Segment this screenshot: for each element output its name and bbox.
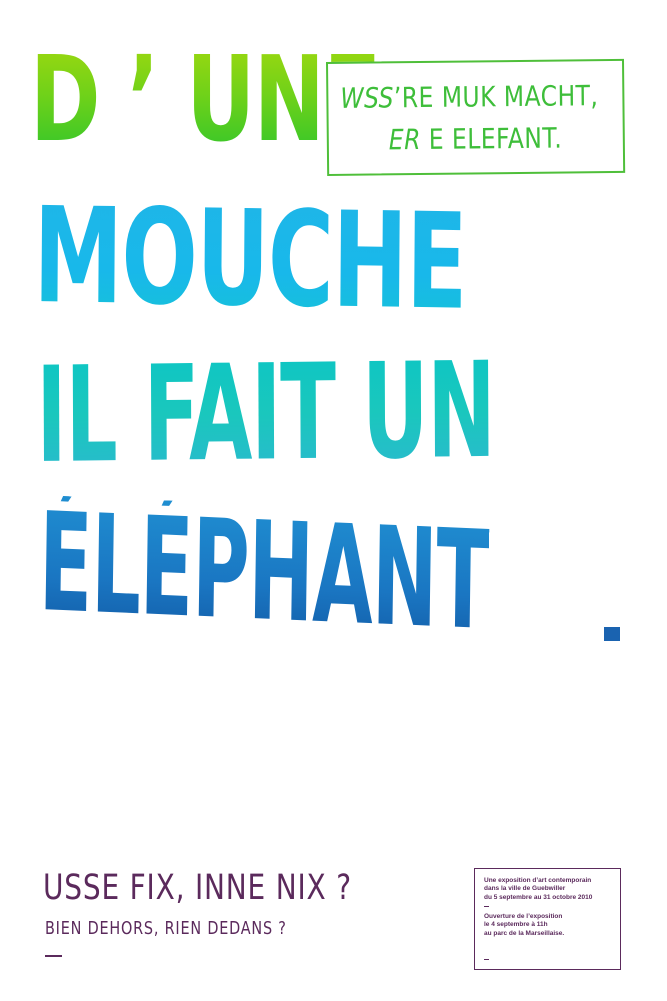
info-dash [484,959,489,960]
speech-line-2-italic: ER [388,123,422,157]
headline-line-4: ÉLÉPHANT [37,484,490,662]
footer-subtitle: BIEN DEHORS, RIEN DEDANS ? [45,918,287,939]
info-text-exhibition: Une exposition d’art contemporain dans l… [484,877,593,901]
speech-line-2-rest: E ELEFANT. [420,121,563,157]
poster: D ’ UNE WSS’RE MUK MACHT, ER E ELEFANT. … [0,0,667,1001]
speech-line-1-italic: WSS [340,81,395,115]
info-dash [484,906,489,907]
footer-dash [45,955,62,957]
info-box: Une exposition d’art contemporain dans l… [474,868,621,970]
headline-line-3: IL FAIT UN [35,333,495,493]
footer-title: USSE FIX, INNE NIX ? [43,868,352,908]
speech-box: WSS’RE MUK MACHT, ER E ELEFANT. [326,58,626,176]
headline-line-2: MOUCHE [32,179,467,340]
speech-line-2: ER E ELEFANT. [389,122,563,157]
info-text-opening: Ouverture de l’exposition le 4 septembre… [484,913,565,937]
speech-line-1: WSS’RE MUK MACHT, [340,79,598,115]
headline-period [604,627,620,641]
speech-line-1-rest: ’RE MUK MACHT, [393,79,599,115]
